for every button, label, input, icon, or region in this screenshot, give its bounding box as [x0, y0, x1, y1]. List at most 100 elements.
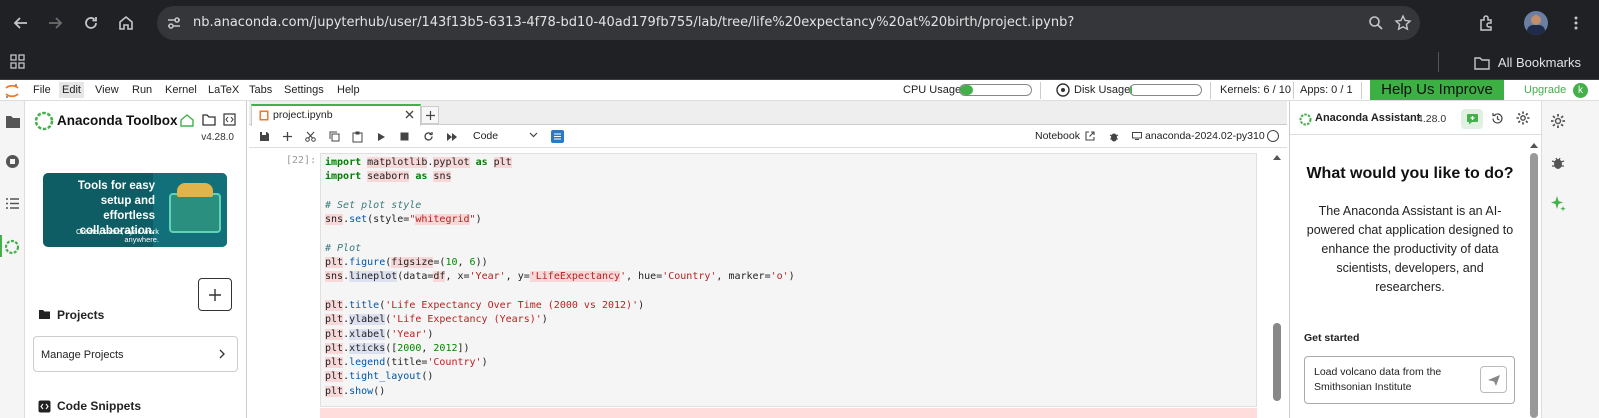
- code-snippets-icon: [38, 400, 51, 413]
- send-icon[interactable]: [1480, 366, 1507, 393]
- execution-count: [22]:: [286, 155, 317, 166]
- forward-icon[interactable]: [43, 11, 67, 35]
- left-activity-bar: [0, 101, 25, 418]
- menu-file[interactable]: File: [33, 84, 51, 96]
- banner-subtitle: Create, share, sync work anywhere.: [76, 227, 159, 244]
- suggestion-prompt[interactable]: Load volcano data from the Smithsonian I…: [1304, 356, 1515, 404]
- code-cell-editor[interactable]: import matplotlib.pyplot as plt import s…: [320, 153, 1257, 407]
- toolbox-title: Anaconda Toolbox: [57, 113, 178, 128]
- assistant-scrollbar[interactable]: [1529, 141, 1539, 418]
- assistant-heading: What would you like to do?: [1306, 165, 1514, 182]
- manage-projects-button[interactable]: Manage Projects: [33, 336, 238, 372]
- toolbox-version: v4.28.0: [201, 132, 234, 143]
- notebook-label[interactable]: Notebook: [1035, 130, 1080, 142]
- notebook-file-icon: [259, 110, 269, 121]
- debugger-bug-icon[interactable]: [1551, 155, 1565, 170]
- extensions-icon[interactable]: [1474, 11, 1498, 35]
- zoom-icon[interactable]: [1368, 15, 1384, 31]
- kernel-icon: [1132, 132, 1142, 140]
- assistant-version: 4.28.0: [1417, 113, 1447, 125]
- apps-count: Apps: 0 / 1: [1300, 84, 1353, 96]
- disk-icon: [1056, 83, 1070, 97]
- home-icon[interactable]: [180, 113, 194, 127]
- get-started-heading: Get started: [1304, 332, 1360, 344]
- projects-heading: Projects: [57, 308, 105, 322]
- menu-settings[interactable]: Settings: [284, 84, 324, 96]
- ai-sparkle-icon[interactable]: [1549, 195, 1567, 213]
- menu-help[interactable]: Help: [337, 84, 360, 96]
- reload-icon[interactable]: [79, 11, 103, 35]
- copy-icon[interactable]: [329, 131, 340, 142]
- profile-avatar[interactable]: [1524, 11, 1548, 35]
- star-icon[interactable]: [1394, 14, 1412, 32]
- all-bookmarks[interactable]: All Bookmarks: [1474, 55, 1581, 70]
- cut-icon[interactable]: [305, 131, 316, 142]
- manage-projects-label: Manage Projects: [41, 349, 124, 361]
- kernel-name[interactable]: anaconda-2024.02-py310: [1145, 130, 1265, 142]
- browser-toolbar: nb.anaconda.com/jupyterhub/user/143f13b5…: [0, 0, 1599, 46]
- kernel-status-icon: [1267, 130, 1279, 142]
- save-icon[interactable]: [259, 131, 270, 142]
- anaconda-logo-icon: [34, 111, 54, 131]
- settings-gear-icon[interactable]: [1516, 111, 1530, 125]
- notebook-scrollbar[interactable]: [1272, 153, 1282, 418]
- suggestion-text: Load volcano data from the Smithsonian I…: [1314, 366, 1442, 393]
- property-inspector-gear-icon[interactable]: [1550, 113, 1566, 129]
- close-tab-icon[interactable]: [405, 110, 414, 119]
- disk-usage-bar: [1129, 84, 1202, 96]
- anaconda-toolbox-icon[interactable]: [4, 239, 20, 255]
- menu-run[interactable]: Run: [132, 84, 152, 96]
- home-icon[interactable]: [114, 11, 138, 35]
- menu-view[interactable]: View: [95, 84, 119, 96]
- jupyter-logo-icon: [5, 83, 19, 99]
- insert-cell-icon[interactable]: [282, 131, 293, 142]
- cpu-usage-bar: [959, 84, 1032, 96]
- user-avatar[interactable]: k: [1573, 83, 1588, 98]
- help-us-improve-button[interactable]: Help Us Improve: [1370, 80, 1504, 100]
- new-chat-icon[interactable]: [1461, 109, 1483, 129]
- running-kernels-icon[interactable]: [5, 154, 20, 169]
- stop-icon[interactable]: [400, 132, 409, 141]
- run-icon[interactable]: [377, 132, 386, 142]
- debugger-bug-icon[interactable]: [1109, 131, 1119, 142]
- menu-edit[interactable]: Edit: [59, 82, 84, 98]
- cell-type-select[interactable]: Code: [473, 130, 498, 142]
- restart-icon[interactable]: [423, 131, 434, 142]
- code-snippets-heading: Code Snippets: [57, 399, 142, 413]
- apps-grid-icon[interactable]: [10, 54, 26, 70]
- folder-icon[interactable]: [202, 113, 216, 126]
- folder-icon: [1474, 56, 1490, 70]
- menu-tabs[interactable]: Tabs: [249, 84, 272, 96]
- assistant-title: Anaconda Assistant: [1315, 112, 1421, 124]
- code-box-icon[interactable]: [223, 113, 236, 126]
- disk-usage-label: Disk Usage: [1074, 84, 1131, 96]
- assistant-description: The Anaconda Assistant is an AI-powered …: [1306, 204, 1514, 294]
- history-icon[interactable]: [1491, 112, 1504, 125]
- new-tab-button[interactable]: [421, 106, 439, 124]
- table-of-contents-toggle-icon[interactable]: [551, 130, 564, 143]
- menu-kernel[interactable]: Kernel: [165, 84, 197, 96]
- back-icon[interactable]: [9, 11, 33, 35]
- all-bookmarks-label: All Bookmarks: [1497, 55, 1581, 70]
- add-button[interactable]: [198, 278, 232, 311]
- paste-icon[interactable]: [352, 131, 363, 143]
- chevron-down-icon[interactable]: [529, 132, 538, 138]
- open-external-icon[interactable]: [1085, 131, 1095, 141]
- menu-latex[interactable]: LaTeX: [208, 84, 239, 96]
- address-bar[interactable]: nb.anaconda.com/jupyterhub/user/143f13b5…: [157, 6, 1420, 40]
- toolbox-banner[interactable]: Tools for easy setup and effortless coll…: [43, 173, 227, 247]
- upgrade-link[interactable]: Upgrade: [1524, 84, 1566, 96]
- table-of-contents-icon[interactable]: [5, 197, 20, 210]
- run-all-icon[interactable]: [446, 132, 458, 142]
- notebook-area: project.ipynb Code Notebook anaconda-202…: [249, 101, 1287, 418]
- tab-label: project.ipynb: [273, 109, 333, 121]
- anaconda-assistant-panel: Anaconda Assistant 4.28.0 What would you…: [1289, 101, 1541, 418]
- more-options-icon[interactable]: [1564, 11, 1588, 35]
- file-browser-icon[interactable]: [5, 115, 21, 129]
- error-output-strip: [320, 408, 1257, 418]
- url-text: nb.anaconda.com/jupyterhub/user/143f13b5…: [193, 15, 1075, 30]
- anaconda-toolbox-panel: Anaconda Toolbox v4.28.0 Tools for easy …: [25, 101, 247, 418]
- site-info-icon[interactable]: [166, 15, 182, 31]
- bookmarks-bar: All Bookmarks: [0, 46, 1599, 80]
- tab-project-ipynb[interactable]: project.ipynb: [251, 104, 421, 126]
